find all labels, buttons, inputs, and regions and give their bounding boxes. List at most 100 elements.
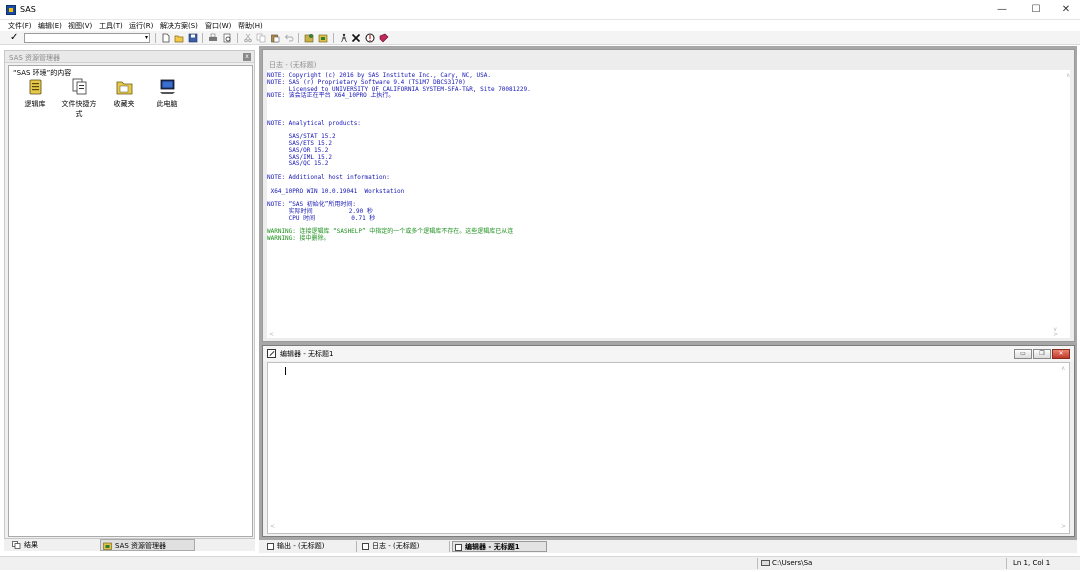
- tab-label: 输出 - (无标题): [277, 542, 325, 550]
- print-preview-icon[interactable]: [222, 33, 232, 43]
- menu-bar: 文件(F) 编辑(E) 视图(V) 工具(T) 运行(R) 解决方案(S) 窗口…: [0, 20, 1080, 31]
- scroll-up-icon[interactable]: ∧: [1066, 72, 1070, 79]
- favorites-folder-icon: [116, 81, 132, 95]
- current-directory[interactable]: C:\Users\Sa: [772, 559, 812, 567]
- log-line: CPU 时间 0.71 秒: [267, 214, 376, 222]
- explorer-item-library[interactable]: 逻辑库: [17, 78, 53, 109]
- copy-icon[interactable]: [256, 33, 266, 43]
- editor-window: 编辑器 - 无标题1 ▭ ❐ ✕ ∧ < >: [262, 345, 1075, 537]
- status-bar: C:\Users\Sa Ln 1, Col 1: [0, 556, 1080, 570]
- cursor-position: Ln 1, Col 1: [1013, 559, 1051, 567]
- menu-run[interactable]: 运行(R): [129, 21, 153, 31]
- maximize-button[interactable]: ☐: [1020, 0, 1052, 20]
- window-tab-bar: 输出 - (无标题) 日志 - (无标题) 编辑器 - 无标题1: [259, 540, 1077, 553]
- tab-sas-explorer[interactable]: SAS 资源管理器: [100, 539, 195, 551]
- log-window-title: 日志 - (无标题): [269, 61, 317, 69]
- log-icon: [362, 543, 369, 550]
- break-icon[interactable]: [365, 33, 375, 43]
- print-icon[interactable]: [208, 33, 218, 43]
- command-input[interactable]: ▾: [24, 33, 150, 43]
- log-line: WARNING: 接中删除。: [267, 235, 330, 243]
- paste-icon[interactable]: [270, 33, 280, 43]
- menu-solutions[interactable]: 解决方案(S): [160, 21, 198, 31]
- tab-label: 编辑器 - 无标题1: [465, 543, 520, 551]
- explorer-close-button[interactable]: x: [243, 53, 251, 61]
- explorer-icon[interactable]: [318, 33, 328, 43]
- log-line: NOTE: 该会话正在平台 X64_10PRO 上执行。: [267, 92, 395, 100]
- close-button[interactable]: ✕: [1050, 0, 1080, 20]
- menu-edit[interactable]: 编辑(E): [38, 21, 62, 31]
- tab-editor[interactable]: 编辑器 - 无标题1: [452, 541, 547, 552]
- explorer-content: “SAS 环境”的内容 逻辑库 文件快捷方式 收藏夹 此电脑: [8, 65, 253, 537]
- drive-icon: [761, 560, 770, 566]
- sas-app-icon: [6, 5, 16, 15]
- tab-label: 结果: [24, 541, 38, 549]
- tab-output[interactable]: 输出 - (无标题): [265, 541, 357, 552]
- editor-text-area[interactable]: ∧ < >: [267, 362, 1070, 534]
- tab-results[interactable]: 结果: [10, 539, 100, 551]
- new-file-icon[interactable]: [161, 33, 171, 43]
- explorer-titlebar: SAS 资源管理器 x: [5, 51, 254, 63]
- left-tab-bar: 结果 SAS 资源管理器: [4, 539, 255, 551]
- log-body[interactable]: NOTE: Copyright (c) 2016 by SAS Institut…: [267, 70, 1070, 338]
- tab-log[interactable]: 日志 - (无标题): [360, 541, 450, 552]
- editor-close-button[interactable]: ✕: [1052, 349, 1070, 359]
- log-line: NOTE: Analytical products:: [267, 119, 361, 127]
- menu-tools[interactable]: 工具(T): [99, 21, 123, 31]
- log-line: X64_10PRO WIN 10.0.19041 Workstation: [267, 187, 405, 195]
- explorer-item-label: 收藏夹: [113, 100, 135, 108]
- status-separator: [757, 558, 758, 569]
- help-book-icon[interactable]: [379, 33, 389, 43]
- log-line: NOTE: Additional host information:: [267, 174, 390, 181]
- explorer-item-label: 此电脑: [156, 100, 178, 108]
- explorer-item-label: 逻辑库: [24, 100, 46, 108]
- explorer-item-file-shortcuts[interactable]: 文件快捷方式: [61, 78, 97, 119]
- explorer-item-favorites[interactable]: 收藏夹: [106, 78, 142, 109]
- text-caret: [285, 367, 286, 375]
- chevron-down-icon[interactable]: ▾: [145, 34, 148, 42]
- toolbar-separator: [298, 33, 299, 43]
- computer-icon: [159, 79, 175, 94]
- log-line: SAS/QC 15.2: [267, 160, 329, 168]
- editor-minimize-button[interactable]: ▭: [1014, 349, 1032, 359]
- tab-label: SAS 资源管理器: [115, 542, 167, 550]
- save-icon[interactable]: [188, 33, 198, 43]
- explorer-icon: [103, 542, 112, 550]
- scroll-right-icon[interactable]: >: [1053, 331, 1058, 338]
- status-separator: [1006, 558, 1007, 569]
- minimize-button[interactable]: —: [986, 0, 1018, 20]
- editor-titlebar: 编辑器 - 无标题1 ▭ ❐ ✕: [263, 346, 1074, 361]
- scroll-up-icon[interactable]: ∧: [1061, 365, 1065, 372]
- open-folder-icon[interactable]: [174, 33, 184, 43]
- file-shortcut-icon: [72, 78, 86, 95]
- menu-help[interactable]: 帮助(H): [238, 21, 263, 31]
- explorer-panel-title: SAS 资源管理器: [9, 54, 61, 62]
- cut-icon[interactable]: [243, 33, 253, 43]
- log-window: 日志 - (无标题) NOTE: Copyright (c) 2016 by S…: [262, 49, 1075, 342]
- toolbar-separator: [333, 33, 334, 43]
- explorer-heading: “SAS 环境”的内容: [13, 69, 72, 77]
- scroll-right-icon[interactable]: >: [1061, 523, 1066, 530]
- submit-run-icon[interactable]: [339, 33, 349, 43]
- toolbar-separator: [237, 33, 238, 43]
- library-icon: [29, 79, 41, 95]
- toolbar-separator: [202, 33, 203, 43]
- scroll-left-icon[interactable]: <: [270, 523, 275, 530]
- window-title: SAS: [20, 5, 36, 14]
- window-titlebar: SAS — ☐ ✕: [0, 0, 1080, 20]
- clear-x-icon[interactable]: [351, 33, 361, 43]
- editor-restore-button[interactable]: ❐: [1033, 349, 1051, 359]
- toolbar: ✓ ▾: [0, 31, 1080, 45]
- undo-icon[interactable]: [284, 33, 294, 43]
- explorer-item-this-pc[interactable]: 此电脑: [149, 78, 185, 109]
- explorer-panel: SAS 资源管理器 x “SAS 环境”的内容 逻辑库 文件快捷方式 收藏夹 此…: [4, 50, 255, 539]
- menu-view[interactable]: 视图(V): [68, 21, 92, 31]
- new-library-icon[interactable]: [304, 33, 314, 43]
- output-icon: [267, 543, 274, 550]
- tab-label: 日志 - (无标题): [372, 542, 420, 550]
- menu-file[interactable]: 文件(F): [8, 21, 32, 31]
- scroll-left-icon[interactable]: <: [269, 331, 274, 338]
- editor-icon: [455, 544, 462, 551]
- submit-check-icon[interactable]: ✓: [10, 31, 18, 45]
- menu-window[interactable]: 窗口(W): [205, 21, 231, 31]
